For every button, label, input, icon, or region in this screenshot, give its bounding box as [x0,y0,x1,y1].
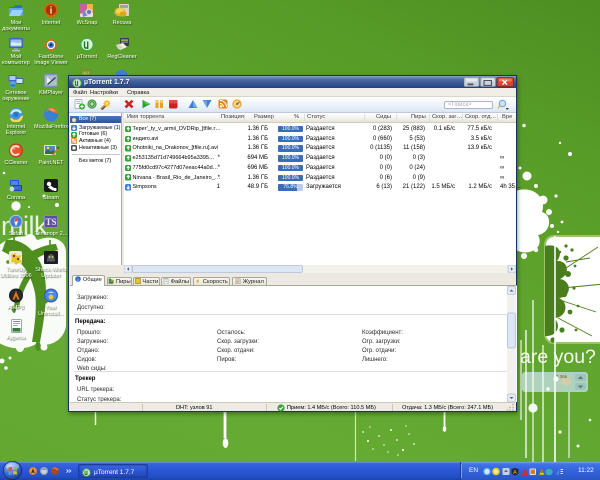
svg-text:are you?: are you? [520,346,596,368]
svg-text:A: A [513,470,517,476]
svg-text:i: i [50,6,53,17]
svg-text:TS: TS [45,217,56,227]
